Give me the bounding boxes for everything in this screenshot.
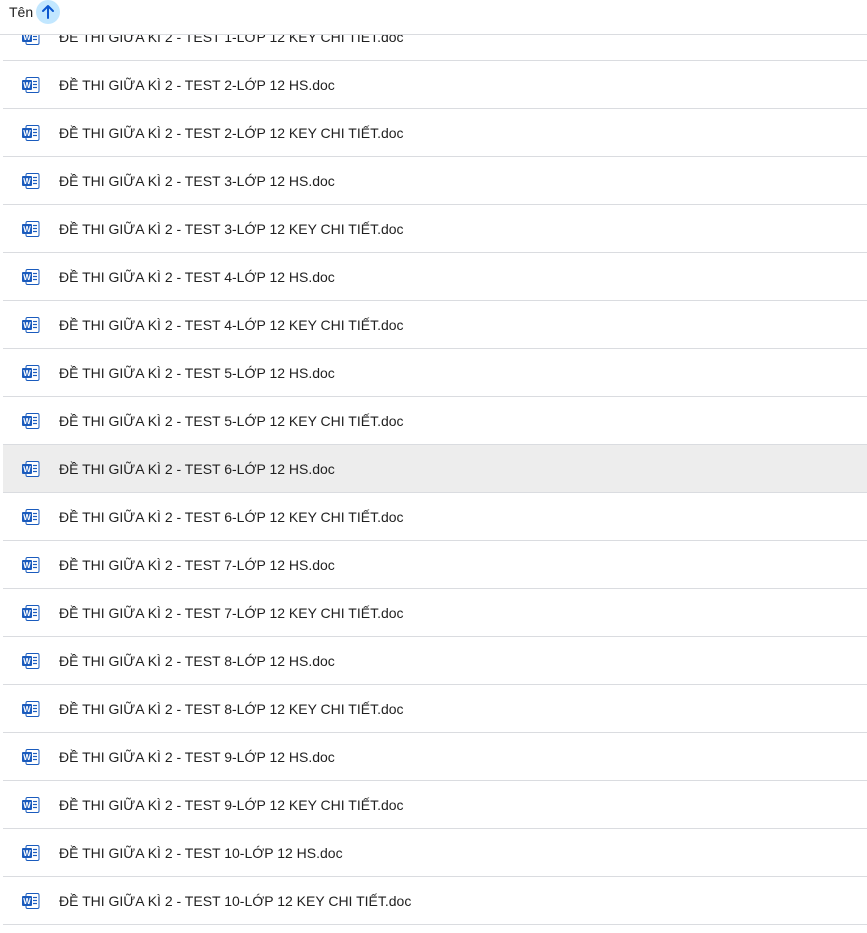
file-list: W ĐỀ THI GIỮA KÌ 2 - TEST 1-LỚP 12 KEY C… — [0, 29, 867, 925]
file-name: ĐỀ THI GIỮA KÌ 2 - TEST 8-LỚP 12 HS.doc — [59, 653, 335, 669]
file-row[interactable]: W ĐỀ THI GIỮA KÌ 2 - TEST 2-LỚP 12 KEY C… — [3, 109, 867, 157]
word-doc-icon: W — [22, 221, 40, 237]
file-name: ĐỀ THI GIỮA KÌ 2 - TEST 4-LỚP 12 HS.doc — [59, 269, 335, 285]
file-row[interactable]: W ĐỀ THI GIỮA KÌ 2 - TEST 5-LỚP 12 KEY C… — [3, 397, 867, 445]
word-doc-icon: W — [22, 125, 40, 141]
file-row[interactable]: W ĐỀ THI GIỮA KÌ 2 - TEST 10-LỚP 12 KEY … — [3, 877, 867, 925]
name-column-header[interactable]: Tên — [9, 3, 33, 21]
word-doc-icon: W — [22, 77, 40, 93]
file-name: ĐỀ THI GIỮA KÌ 2 - TEST 10-LỚP 12 KEY CH… — [59, 893, 412, 909]
svg-text:W: W — [23, 369, 31, 378]
file-row[interactable]: W ĐỀ THI GIỮA KÌ 2 - TEST 10-LỚP 12 HS.d… — [3, 829, 867, 877]
file-row[interactable]: W ĐỀ THI GIỮA KÌ 2 - TEST 4-LỚP 12 KEY C… — [3, 301, 867, 349]
svg-text:W: W — [23, 177, 31, 186]
word-doc-icon: W — [22, 365, 40, 381]
word-doc-icon: W — [22, 653, 40, 669]
file-row[interactable]: W ĐỀ THI GIỮA KÌ 2 - TEST 6-LỚP 12 KEY C… — [3, 493, 867, 541]
file-name: ĐỀ THI GIỮA KÌ 2 - TEST 9-LỚP 12 HS.doc — [59, 749, 335, 765]
file-row[interactable]: W ĐỀ THI GIỮA KÌ 2 - TEST 8-LỚP 12 HS.do… — [3, 637, 867, 685]
svg-text:W: W — [23, 81, 31, 90]
file-name: ĐỀ THI GIỮA KÌ 2 - TEST 6-LỚP 12 HS.doc — [59, 461, 335, 477]
file-row[interactable]: W ĐỀ THI GIỮA KÌ 2 - TEST 1-LỚP 12 KEY C… — [3, 29, 867, 61]
file-name: ĐỀ THI GIỮA KÌ 2 - TEST 3-LỚP 12 HS.doc — [59, 173, 335, 189]
word-doc-icon: W — [22, 173, 40, 189]
file-row[interactable]: W ĐỀ THI GIỮA KÌ 2 - TEST 4-LỚP 12 HS.do… — [3, 253, 867, 301]
file-name: ĐỀ THI GIỮA KÌ 2 - TEST 8-LỚP 12 KEY CHI… — [59, 701, 404, 717]
file-row[interactable]: W ĐỀ THI GIỮA KÌ 2 - TEST 3-LỚP 12 KEY C… — [3, 205, 867, 253]
word-doc-icon: W — [22, 461, 40, 477]
svg-text:W: W — [23, 801, 31, 810]
svg-text:W: W — [23, 897, 31, 906]
svg-text:W: W — [23, 705, 31, 714]
file-name: ĐỀ THI GIỮA KÌ 2 - TEST 9-LỚP 12 KEY CHI… — [59, 797, 404, 813]
word-doc-icon: W — [22, 893, 40, 909]
file-row[interactable]: W ĐỀ THI GIỮA KÌ 2 - TEST 7-LỚP 12 HS.do… — [3, 541, 867, 589]
word-doc-icon: W — [22, 269, 40, 285]
file-name: ĐỀ THI GIỮA KÌ 2 - TEST 7-LỚP 12 KEY CHI… — [59, 605, 404, 621]
word-doc-icon: W — [22, 605, 40, 621]
svg-text:W: W — [23, 609, 31, 618]
file-name: ĐỀ THI GIỮA KÌ 2 - TEST 5-LỚP 12 KEY CHI… — [59, 413, 404, 429]
svg-text:W: W — [23, 417, 31, 426]
svg-text:W: W — [23, 321, 31, 330]
word-doc-icon: W — [22, 797, 40, 813]
word-doc-icon: W — [22, 845, 40, 861]
file-row[interactable]: W ĐỀ THI GIỮA KÌ 2 - TEST 9-LỚP 12 KEY C… — [3, 781, 867, 829]
svg-text:W: W — [23, 849, 31, 858]
svg-text:W: W — [23, 225, 31, 234]
word-doc-icon: W — [22, 701, 40, 717]
file-row[interactable]: W ĐỀ THI GIỮA KÌ 2 - TEST 8-LỚP 12 KEY C… — [3, 685, 867, 733]
file-row[interactable]: W ĐỀ THI GIỮA KÌ 2 - TEST 5-LỚP 12 HS.do… — [3, 349, 867, 397]
file-name: ĐỀ THI GIỮA KÌ 2 - TEST 2-LỚP 12 HS.doc — [59, 77, 335, 93]
svg-text:W: W — [23, 465, 31, 474]
word-doc-icon: W — [22, 509, 40, 525]
file-row-selected[interactable]: W ĐỀ THI GIỮA KÌ 2 - TEST 6-LỚP 12 HS.do… — [3, 445, 867, 493]
word-doc-icon: W — [22, 413, 40, 429]
file-row[interactable]: W ĐỀ THI GIỮA KÌ 2 - TEST 7-LỚP 12 KEY C… — [3, 589, 867, 637]
file-list-view: W ĐỀ THI GIỮA KÌ 2 - TEST 1-LỚP 12 KEY C… — [0, 0, 867, 933]
file-row[interactable]: W ĐỀ THI GIỮA KÌ 2 - TEST 2-LỚP 12 HS.do… — [3, 61, 867, 109]
file-row[interactable]: W ĐỀ THI GIỮA KÌ 2 - TEST 3-LỚP 12 HS.do… — [3, 157, 867, 205]
file-name: ĐỀ THI GIỮA KÌ 2 - TEST 3-LỚP 12 KEY CHI… — [59, 221, 404, 237]
file-name: ĐỀ THI GIỮA KÌ 2 - TEST 4-LỚP 12 KEY CHI… — [59, 317, 404, 333]
word-doc-icon: W — [22, 749, 40, 765]
file-name: ĐỀ THI GIỮA KÌ 2 - TEST 5-LỚP 12 HS.doc — [59, 365, 335, 381]
word-doc-icon: W — [22, 317, 40, 333]
arrow-up-icon — [42, 5, 54, 19]
file-name: ĐỀ THI GIỮA KÌ 2 - TEST 2-LỚP 12 KEY CHI… — [59, 125, 404, 141]
svg-text:W: W — [23, 513, 31, 522]
file-name: ĐỀ THI GIỮA KÌ 2 - TEST 6-LỚP 12 KEY CHI… — [59, 509, 404, 525]
svg-text:W: W — [23, 753, 31, 762]
svg-text:W: W — [23, 129, 31, 138]
file-row[interactable]: W ĐỀ THI GIỮA KÌ 2 - TEST 9-LỚP 12 HS.do… — [3, 733, 867, 781]
list-header: Tên — [0, 0, 867, 35]
svg-text:W: W — [23, 561, 31, 570]
svg-text:W: W — [23, 657, 31, 666]
svg-text:W: W — [23, 273, 31, 282]
sort-direction-button[interactable] — [36, 0, 60, 24]
word-doc-icon: W — [22, 557, 40, 573]
file-name: ĐỀ THI GIỮA KÌ 2 - TEST 10-LỚP 12 HS.doc — [59, 845, 343, 861]
file-name: ĐỀ THI GIỮA KÌ 2 - TEST 7-LỚP 12 HS.doc — [59, 557, 335, 573]
